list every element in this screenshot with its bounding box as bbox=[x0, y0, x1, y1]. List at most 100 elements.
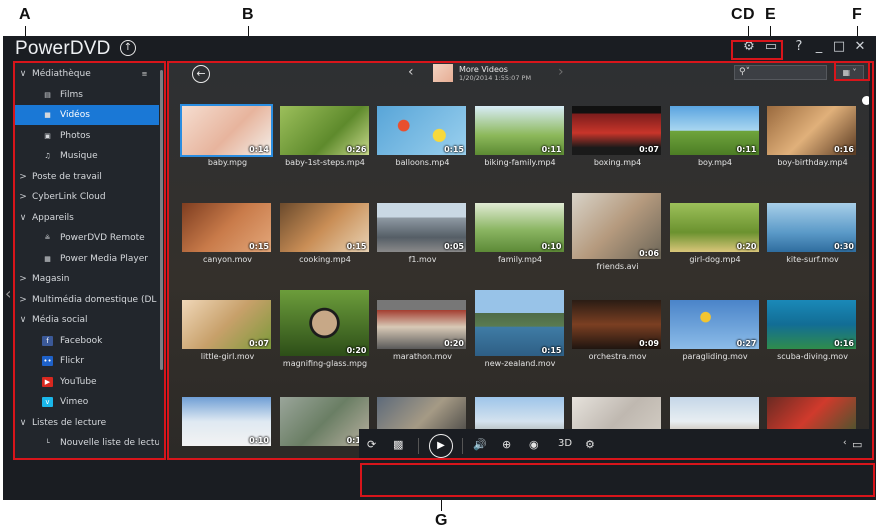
video-thumbnail[interactable]: 0:16 bbox=[767, 300, 856, 349]
screenshot-icon[interactable]: ▩ bbox=[393, 438, 403, 451]
chevron-down-icon[interactable]: ∨ bbox=[17, 208, 29, 228]
volume-icon[interactable]: 🔊 bbox=[473, 438, 487, 451]
sidebar-item[interactable]: > Poste de travail bbox=[14, 167, 159, 187]
video-thumbnail[interactable]: 0:11 bbox=[669, 106, 759, 155]
video-thumbnail[interactable]: 0:26 bbox=[279, 106, 369, 155]
sidebar-item[interactable]: ≗ PowerDVD Remote bbox=[14, 228, 159, 248]
minimize-button[interactable]: _ bbox=[811, 39, 827, 55]
view-mode-button[interactable]: ▦ ˅ bbox=[835, 65, 864, 80]
play-icon[interactable]: ▶ bbox=[429, 434, 453, 458]
settings-icon[interactable]: ⚙ bbox=[585, 438, 595, 451]
video-item[interactable]: 0:07 boxing.mp4 bbox=[569, 106, 666, 204]
sidebar-item[interactable]: ▶ YouTube bbox=[14, 372, 159, 392]
sidebar-item[interactable]: ▣ Photos bbox=[14, 126, 159, 146]
chevron-right-icon[interactable]: > bbox=[17, 269, 29, 289]
expand-arrow-icon[interactable]: ‹ bbox=[843, 438, 847, 448]
video-item[interactable]: 0:20 girl-dog.mp4 bbox=[667, 203, 764, 301]
chevron-down-icon[interactable]: ∨ bbox=[17, 310, 29, 330]
3d-button[interactable]: 3D bbox=[558, 438, 572, 449]
sidebar-item[interactable]: > Multimédia domestique (DL bbox=[14, 290, 159, 310]
back-arrow-icon[interactable]: ← bbox=[192, 65, 210, 83]
sidebar-item[interactable]: ∨ ≡ Médiathèque bbox=[14, 64, 159, 84]
maximize-button[interactable]: □ bbox=[831, 39, 847, 55]
video-item[interactable]: 0:15 canyon.mov bbox=[179, 203, 276, 301]
sidebar-item[interactable]: ■ Vidéos bbox=[14, 105, 159, 125]
video-thumbnail[interactable]: 0:27 bbox=[669, 300, 759, 349]
chevron-right-icon[interactable]: > bbox=[17, 290, 29, 310]
video-thumbnail[interactable]: 0:19 bbox=[279, 397, 369, 446]
search-input[interactable]: ⚲˅ bbox=[734, 65, 827, 80]
sidebar-item[interactable]: ♫ Musique bbox=[14, 146, 159, 166]
video-item[interactable]: 0:16 scuba-diving.mov bbox=[764, 300, 861, 398]
video-thumbnail[interactable]: 0:15 bbox=[377, 106, 466, 155]
sidebar-item[interactable]: ∨ Listes de lecture bbox=[14, 413, 159, 433]
video-thumbnail[interactable]: 0:09 bbox=[572, 300, 661, 349]
next-folder-icon[interactable]: › bbox=[558, 64, 564, 80]
sidebar-item[interactable]: f Facebook bbox=[14, 331, 159, 351]
sidebar-item[interactable]: ∨ Appareils bbox=[14, 208, 159, 228]
flickr-icon: •• bbox=[42, 356, 53, 366]
chevron-right-icon[interactable]: > bbox=[17, 167, 29, 187]
video-item[interactable]: 0:05 f1.mov bbox=[374, 203, 471, 301]
settings-gear-icon[interactable]: ⚙ bbox=[741, 39, 757, 55]
video-item[interactable]: 0:16 boy-birthday.mp4 bbox=[764, 106, 861, 204]
video-item[interactable]: 0:15 cooking.mp4 bbox=[277, 203, 374, 301]
grid-scroll-thumb[interactable] bbox=[862, 96, 869, 105]
sidebar-item[interactable]: ▤ Films bbox=[14, 85, 159, 105]
upgrade-icon[interactable]: ↑ bbox=[120, 40, 136, 56]
video-thumbnail[interactable]: 0:07 bbox=[572, 106, 661, 155]
video-item[interactable]: 0:30 kite-surf.mov bbox=[764, 203, 861, 301]
sidebar-item[interactable]: v Vimeo bbox=[14, 392, 159, 412]
video-thumbnail[interactable]: 0:30 bbox=[767, 203, 856, 252]
video-item[interactable]: 0:14 baby.mpg bbox=[179, 104, 276, 204]
video-thumbnail[interactable]: 0:15 bbox=[474, 290, 564, 356]
mini-player-icon[interactable]: ▭ bbox=[763, 39, 779, 55]
video-item[interactable]: 0:09 orchestra.mov bbox=[569, 300, 666, 398]
zoom-icon[interactable]: ⊕ bbox=[502, 438, 511, 451]
close-button[interactable]: ✕ bbox=[852, 39, 868, 55]
chevron-right-icon[interactable]: > bbox=[17, 187, 29, 207]
video-thumbnail[interactable]: 0:07 bbox=[182, 300, 271, 349]
eye-icon[interactable]: ◉ bbox=[529, 438, 539, 451]
video-item[interactable]: 0:11 biking-family.mp4 bbox=[472, 106, 569, 204]
sidebar-scrollbar[interactable] bbox=[160, 70, 163, 370]
chevron-down-icon[interactable]: ∨ bbox=[17, 413, 29, 433]
video-item[interactable]: 0:20 marathon.mov bbox=[374, 300, 471, 398]
fullscreen-icon[interactable]: ▭ bbox=[852, 438, 862, 451]
repeat-icon[interactable]: ⟳ bbox=[367, 438, 376, 451]
sidebar-item[interactable]: > Magasin bbox=[14, 269, 159, 289]
chevron-down-icon[interactable]: ∨ bbox=[17, 64, 29, 84]
video-item[interactable]: 0:10 family.mp4 bbox=[472, 203, 569, 301]
sidebar-item[interactable]: └ Nouvelle liste de lectu bbox=[14, 433, 159, 453]
video-thumbnail[interactable]: 0:11 bbox=[474, 106, 564, 155]
video-thumbnail[interactable]: 0:20 bbox=[669, 203, 759, 252]
help-button[interactable]: ? bbox=[791, 39, 807, 55]
video-item[interactable]: 0:15 new-zealand.mov bbox=[472, 290, 569, 398]
video-item[interactable]: 0:15 balloons.mp4 bbox=[374, 106, 471, 204]
video-thumbnail[interactable]: 0:06 bbox=[572, 193, 661, 259]
video-thumbnail[interactable]: 0:20 bbox=[377, 300, 466, 349]
sidebar-item[interactable]: •• Flickr bbox=[14, 351, 159, 371]
previous-folder-icon[interactable]: ‹ bbox=[408, 64, 414, 80]
video-item[interactable]: 0:11 boy.mp4 bbox=[667, 106, 764, 204]
video-thumbnail[interactable]: 0:14 bbox=[180, 104, 273, 157]
list-menu-icon[interactable]: ≡ bbox=[139, 69, 150, 79]
sidebar-item[interactable]: ▦ Power Media Player bbox=[14, 249, 159, 269]
collapse-sidebar-icon[interactable]: ‹ bbox=[5, 284, 11, 303]
sidebar-item[interactable]: ∨ Média social bbox=[14, 310, 159, 330]
video-thumbnail[interactable]: 0:10 bbox=[182, 397, 271, 446]
sidebar-item[interactable]: > CyberLink Cloud bbox=[14, 187, 159, 207]
video-thumbnail[interactable]: 0:16 bbox=[767, 106, 856, 155]
video-item[interactable]: 0:07 little-girl.mov bbox=[179, 300, 276, 398]
video-thumbnail[interactable]: 0:05 bbox=[377, 203, 466, 252]
callout-c: C bbox=[731, 6, 743, 23]
video-thumbnail[interactable]: 0:20 bbox=[279, 290, 369, 356]
video-thumbnail[interactable]: 0:15 bbox=[279, 203, 369, 252]
video-item[interactable]: 0:10 bbox=[179, 397, 276, 458]
video-item[interactable]: 0:26 baby-1st-steps.mp4 bbox=[277, 106, 374, 204]
video-item[interactable]: 0:06 friends.avi bbox=[569, 193, 666, 301]
video-item[interactable]: 0:27 paragliding.mov bbox=[667, 300, 764, 398]
video-thumbnail[interactable]: 0:15 bbox=[182, 203, 271, 252]
video-item[interactable]: 0:20 magnifing-glass.mpg bbox=[277, 290, 374, 398]
video-thumbnail[interactable]: 0:10 bbox=[474, 203, 564, 252]
